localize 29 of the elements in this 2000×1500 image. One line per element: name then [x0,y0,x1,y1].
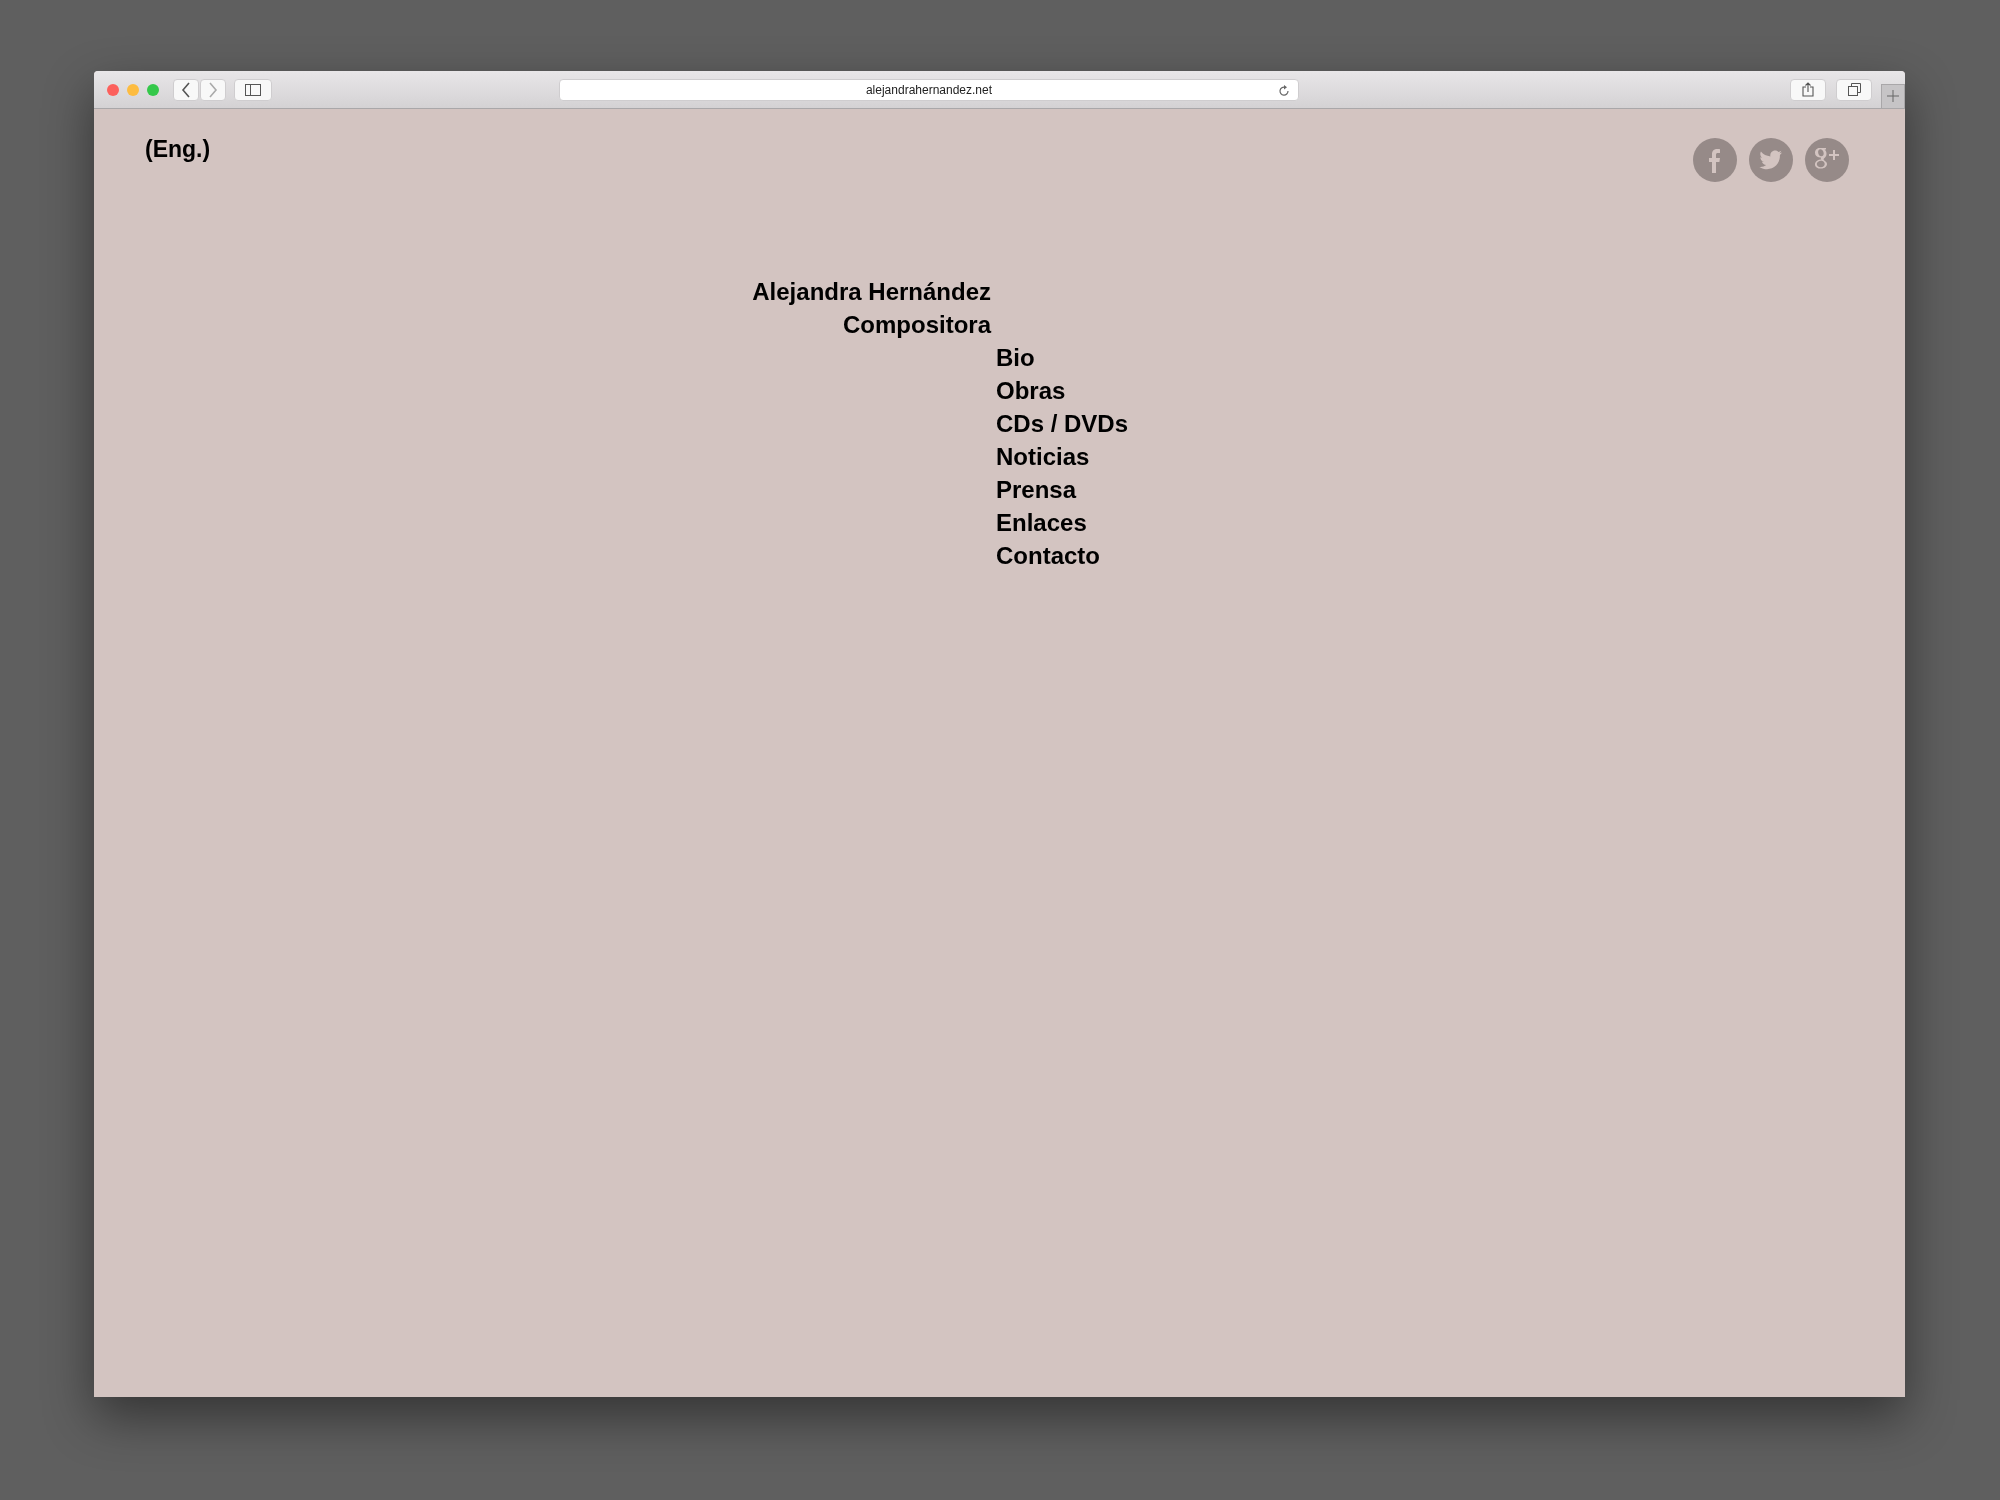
share-icon [1802,82,1814,97]
language-link[interactable]: (Eng.) [145,136,211,163]
tabs-button[interactable] [1836,78,1872,101]
sidebar-button[interactable] [234,78,272,101]
nav-link[interactable]: Contacto [996,542,1100,575]
site-subtitle: Compositora [842,311,991,340]
share-button[interactable] [1790,78,1826,101]
site-title: Alejandra Hernández [751,278,991,307]
nav-link[interactable]: Prensa [996,476,1077,509]
twitter-bird-icon[interactable] [1749,138,1793,182]
chevron-left-icon [181,81,191,98]
nav-link[interactable]: Bio [996,344,1035,377]
nav-link[interactable]: Obras [996,377,1066,410]
address-bar[interactable]: alejandrahernandez.net [559,78,1299,101]
reload-icon[interactable] [1278,84,1290,97]
minimize-icon[interactable] [127,83,139,96]
zoom-icon[interactable] [147,83,159,96]
nav-link[interactable]: CDs / DVDs [996,410,1129,443]
back-button[interactable] [173,78,199,101]
plus-icon [1887,90,1899,102]
chevron-right-icon [208,81,218,98]
facebook-icon[interactable] [1693,138,1737,182]
nav-link[interactable]: Enlaces [996,509,1087,542]
tabs-icon [1847,83,1861,96]
google-plus-icon[interactable] [1805,138,1849,182]
sidebar-icon [245,83,261,96]
nav-link[interactable]: Noticias [996,443,1090,476]
new-tab-button[interactable] [1881,83,1905,108]
close-icon[interactable] [107,83,119,96]
